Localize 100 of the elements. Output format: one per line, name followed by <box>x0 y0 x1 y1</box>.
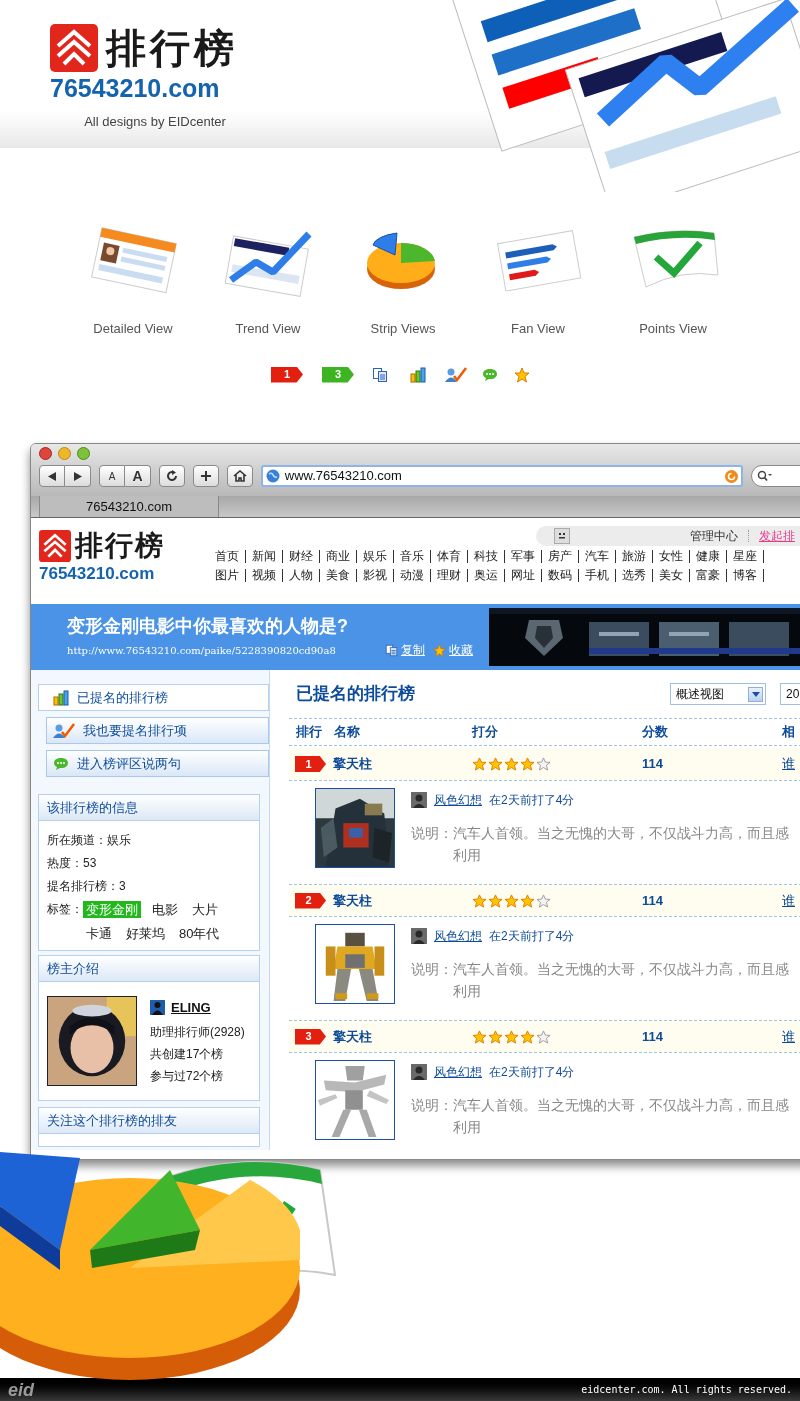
nav-link[interactable]: 图片 <box>215 569 239 582</box>
detail-link[interactable]: 谁 <box>782 890 795 911</box>
column-header: 打分 <box>472 723 498 742</box>
reviewer-link[interactable]: 风色幻想 <box>434 927 482 945</box>
description-label: 说明： <box>411 1096 453 1115</box>
nav-link[interactable]: 美女 <box>659 569 683 582</box>
nav-link[interactable]: 影视 <box>363 569 387 582</box>
nav-link[interactable]: 动漫 <box>400 569 424 582</box>
star-icon <box>488 893 503 908</box>
info-text: 提名排行榜：3 <box>47 878 127 894</box>
rank-badge: 1 <box>271 366 303 383</box>
sidebar-menu-item[interactable]: 进入榜评区说两句 <box>46 750 269 777</box>
sidebar-menu-item[interactable]: 我也要提名排行项 <box>46 717 269 744</box>
owner-name-link[interactable]: ELING <box>171 998 211 1018</box>
nav-link[interactable]: 美食 <box>326 569 350 582</box>
nav-link[interactable]: 旅游 <box>622 550 646 563</box>
banner-url: http://www.76543210.com/paike/5228390820cd90a8 <box>67 643 337 658</box>
column-header: 排行 <box>296 723 322 742</box>
view-dropdown[interactable]: 概述视图 <box>670 683 766 705</box>
nav-link[interactable]: 新闻 <box>252 550 276 563</box>
reviewer-link[interactable]: 风色幻想 <box>434 791 482 809</box>
copyright-text: eidcenter.com. All rights reserved. <box>581 1383 792 1397</box>
view-label: Detailed View <box>93 320 173 338</box>
bar-chart-icon <box>53 689 69 706</box>
chat-bubble-icon <box>482 366 498 383</box>
review-text: 在2天前打了4分 <box>489 928 575 945</box>
rank-badge: 1 <box>295 756 326 772</box>
item-name-link[interactable]: 擎天柱 <box>333 1026 372 1047</box>
globe-icon <box>265 469 280 483</box>
nav-link[interactable]: 奥运 <box>474 569 498 582</box>
nav-link[interactable]: 手机 <box>585 569 609 582</box>
logo-domain: 76543210.com <box>50 76 220 101</box>
nav-link[interactable]: 体育 <box>437 550 461 563</box>
nav-link[interactable]: 房产 <box>548 550 572 563</box>
detail-link[interactable]: 谁 <box>782 1026 795 1047</box>
nav-link[interactable]: 科技 <box>474 550 498 563</box>
bar-chart-icon <box>410 366 426 383</box>
panel-title: 该排行榜的信息 <box>47 798 138 817</box>
nav-link[interactable]: 音乐 <box>400 550 424 563</box>
score-text: 114 <box>642 891 663 910</box>
home-button[interactable] <box>226 465 253 487</box>
nav-link[interactable]: 首页 <box>215 550 239 563</box>
nav-link[interactable]: 网址 <box>511 569 535 582</box>
nav-link[interactable]: 博客 <box>733 569 757 582</box>
nav-link[interactable]: 商业 <box>326 550 350 563</box>
zoom-window-button[interactable] <box>77 447 90 460</box>
nav-link[interactable]: 财经 <box>289 550 313 563</box>
owner-stat: 参与过72个榜 <box>150 1067 225 1084</box>
panel-title: 榜主介绍 <box>47 959 99 978</box>
star-icon <box>472 1029 487 1044</box>
nav-link[interactable]: 人物 <box>289 569 313 582</box>
column-header: 分数 <box>642 723 668 742</box>
item-name-link[interactable]: 擎天柱 <box>333 890 372 911</box>
page-size-dropdown[interactable]: 20 <box>780 683 800 705</box>
nav-link[interactable]: 女性 <box>659 550 683 563</box>
close-window-button[interactable] <box>39 447 52 460</box>
nav-link[interactable]: 数码 <box>548 569 572 582</box>
nav-link[interactable]: 娱乐 <box>363 550 387 563</box>
address-field[interactable]: www.76543210.com <box>260 465 744 487</box>
review-text: 在2天前打了4分 <box>489 1064 575 1081</box>
description-label: 说明： <box>411 824 453 843</box>
tag-link[interactable]: 大片 <box>189 901 221 918</box>
tag-link[interactable]: 80年代 <box>176 925 223 942</box>
search-field[interactable] <box>751 465 800 487</box>
description-text: 汽车人首领。当之无愧的大哥，不仅战斗力高，而且感 <box>453 960 789 979</box>
smiley-icon <box>554 528 570 544</box>
forward-button[interactable] <box>65 465 91 487</box>
sidebar-menu-item[interactable]: 已提名的排行榜 <box>38 684 269 711</box>
score-text: 114 <box>642 755 663 774</box>
logo-title: 排行榜 <box>106 28 238 68</box>
view-label: Trend View <box>235 320 301 338</box>
nav-link[interactable]: 视频 <box>252 569 276 582</box>
add-bookmark-button[interactable] <box>192 465 219 487</box>
tag-link[interactable]: 卡通 <box>83 925 115 942</box>
banner-title: 变形金刚电影中你最喜欢的人物是? <box>67 615 349 638</box>
nav-link[interactable]: 理财 <box>437 569 461 582</box>
reviewer-link[interactable]: 风色幻想 <box>434 1063 482 1081</box>
owner-stat: 助理排行师(2928) <box>150 1023 245 1040</box>
refresh-icon <box>725 469 739 483</box>
back-arrow-icon <box>48 471 56 481</box>
review-text: 在2天前打了4分 <box>489 792 575 809</box>
user-avatar-icon <box>411 928 427 944</box>
tag-link[interactable]: 好莱坞 <box>123 925 168 942</box>
nav-link[interactable]: 选秀 <box>622 569 646 582</box>
nav-link[interactable]: 富豪 <box>696 569 720 582</box>
nav-link[interactable]: 星座 <box>733 550 757 563</box>
item-name-link[interactable]: 擎天柱 <box>333 754 372 774</box>
nav-link[interactable]: 健康 <box>696 550 720 563</box>
rank-badge: 2 <box>295 892 326 909</box>
nav-link[interactable]: 军事 <box>511 550 535 563</box>
nav-link[interactable]: 汽车 <box>585 550 609 563</box>
detail-link[interactable]: 谁 <box>782 754 795 774</box>
header-link[interactable]: 管理中心 <box>690 527 738 545</box>
browser-tab[interactable]: 76543210.com <box>39 496 219 517</box>
logo-title: 排行榜 <box>75 532 165 560</box>
tag-link[interactable]: 电影 <box>149 901 181 918</box>
back-button[interactable] <box>39 465 65 487</box>
larger-text-button[interactable]: A <box>125 465 151 487</box>
reload-button[interactable] <box>159 465 185 487</box>
smaller-text-button[interactable]: A <box>99 465 125 487</box>
